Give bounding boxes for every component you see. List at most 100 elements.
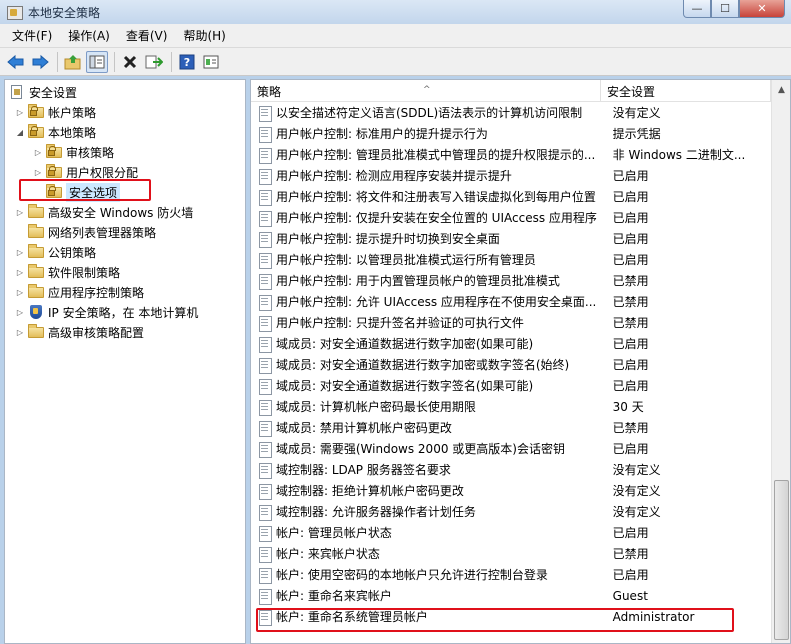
security-setting-value: 已启用: [612, 337, 649, 351]
local-security-policy-icon: [6, 4, 23, 20]
tree-item-application-control[interactable]: ▷ 应用程序控制策略: [15, 282, 144, 302]
security-setting-value: 已启用: [612, 442, 649, 456]
table-row[interactable]: 域控制器: LDAP 服务器签名要求 没有定义: [251, 459, 771, 480]
policy-list-pane: 策略 ^ 安全设置 以安全描述符定义语言(SDDL)语法表示的计算机访问限制 没有…: [250, 79, 791, 644]
delete-button[interactable]: [119, 51, 141, 73]
expand-arrow-icon[interactable]: ▷: [15, 327, 25, 337]
table-row[interactable]: 域成员: 需要强(Windows 2000 或更高版本)会话密钥 已启用: [251, 438, 771, 459]
policy-document-icon: [257, 567, 273, 584]
menu-help[interactable]: 帮助(H): [175, 24, 233, 48]
maximize-button[interactable]: ☐: [711, 0, 739, 18]
help-button[interactable]: ?: [176, 51, 198, 73]
tree-item-user-rights-assignment[interactable]: ▷ 用户权限分配: [33, 162, 138, 182]
minimize-button[interactable]: —: [683, 0, 711, 18]
properties-icon: [203, 55, 219, 68]
policy-name: 帐户: 重命名来宾帐户: [276, 589, 392, 603]
table-row[interactable]: 用户帐户控制: 将文件和注册表写入错误虚拟化到每用户位置 已启用: [251, 186, 771, 207]
tree-item-ip-security[interactable]: ▷ IP 安全策略，在 本地计算机: [15, 302, 198, 322]
policy-document-icon: [257, 189, 273, 206]
table-row[interactable]: 帐户: 使用空密码的本地帐户只允许进行控制台登录 已启用: [251, 564, 771, 585]
menu-action[interactable]: 操作(A): [60, 24, 118, 48]
tree-item-public-key-policies[interactable]: ▷ 公钥策略: [15, 242, 96, 262]
expand-arrow-icon[interactable]: ▷: [33, 147, 43, 157]
security-setting-value: 非 Windows 二进制文...: [612, 148, 746, 162]
table-row[interactable]: 用户帐户控制: 以管理员批准模式运行所有管理员 已启用: [251, 249, 771, 270]
table-row[interactable]: 用户帐户控制: 检测应用程序安装并提示提升 已启用: [251, 165, 771, 186]
policy-document-icon: [257, 399, 273, 416]
tree-item-windows-firewall[interactable]: ▷ 高级安全 Windows 防火墙: [15, 202, 193, 222]
tree-item-label: 公钥策略: [48, 245, 97, 260]
policy-name: 域成员: 需要强(Windows 2000 或更高版本)会话密钥: [276, 442, 565, 456]
forward-button[interactable]: [29, 51, 51, 73]
table-row[interactable]: 用户帐户控制: 允许 UIAccess 应用程序在不使用安全桌面... 已禁用: [251, 291, 771, 312]
table-row[interactable]: 用户帐户控制: 仅提升安装在安全位置的 UIAccess 应用程序 已启用: [251, 207, 771, 228]
table-row[interactable]: 用户帐户控制: 用于内置管理员帐户的管理员批准模式 已禁用: [251, 270, 771, 291]
tree-item-account-policies[interactable]: ▷ 帐户策略: [15, 102, 96, 122]
table-row[interactable]: 用户帐户控制: 标准用户的提升提示行为 提示凭据: [251, 123, 771, 144]
table-row[interactable]: 域控制器: 拒绝计算机帐户密码更改 没有定义: [251, 480, 771, 501]
expand-arrow-icon[interactable]: ▷: [15, 307, 25, 317]
security-setting-value: 没有定义: [612, 106, 661, 120]
table-row[interactable]: 域成员: 计算机帐户密码最长使用期限 30 天: [251, 396, 771, 417]
window-controls: — ☐ ✕: [683, 0, 785, 18]
tree-item-software-restriction[interactable]: ▷ 软件限制策略: [15, 262, 120, 282]
security-setting-value: 已启用: [612, 211, 649, 225]
window-title: 本地安全策略: [28, 5, 101, 20]
up-folder-icon: [64, 54, 81, 69]
svg-text:?: ?: [184, 56, 190, 69]
column-header-policy[interactable]: 策略 ^: [251, 80, 601, 102]
table-row[interactable]: 域控制器: 允许服务器操作者计划任务 没有定义: [251, 501, 771, 522]
policy-document-icon: [257, 315, 273, 332]
policy-document-icon: [257, 483, 273, 500]
folder-icon: [28, 224, 44, 240]
back-button[interactable]: [5, 51, 27, 73]
table-row[interactable]: 域成员: 对安全通道数据进行数字加密或数字签名(始终) 已启用: [251, 354, 771, 375]
up-folder-button[interactable]: [62, 51, 84, 73]
show-tree-button[interactable]: [86, 50, 108, 73]
tree-item-label: 用户权限分配: [66, 165, 139, 180]
policy-name: 域成员: 禁用计算机帐户密码更改: [276, 421, 452, 435]
policy-document-icon: [257, 126, 273, 143]
tree-item-security-options[interactable]: 安全选项: [46, 182, 121, 202]
close-button[interactable]: ✕: [739, 0, 785, 18]
expand-arrow-icon[interactable]: ▷: [15, 247, 25, 257]
security-setting-value: 已禁用: [612, 316, 649, 330]
collapse-arrow-icon[interactable]: ◢: [15, 127, 25, 137]
scroll-up-icon[interactable]: ▲: [773, 81, 790, 98]
policy-document-icon: [257, 294, 273, 311]
tree-item-advanced-audit[interactable]: ▷ 高级审核策略配置: [15, 322, 144, 342]
policy-document-icon: [257, 357, 273, 374]
properties-button[interactable]: [200, 51, 222, 73]
menu-file[interactable]: 文件(F): [4, 24, 60, 48]
table-row[interactable]: 域成员: 禁用计算机帐户密码更改 已禁用: [251, 417, 771, 438]
table-row[interactable]: 域成员: 对安全通道数据进行数字加密(如果可能) 已启用: [251, 333, 771, 354]
menu-view[interactable]: 查看(V): [118, 24, 176, 48]
table-row[interactable]: 以安全描述符定义语言(SDDL)语法表示的计算机访问限制 没有定义: [251, 102, 771, 123]
tree-item-audit-policy[interactable]: ▷ 审核策略: [33, 142, 114, 162]
tree-item-label: 安全设置: [29, 85, 78, 100]
table-row[interactable]: 帐户: 来宾帐户状态 已禁用: [251, 543, 771, 564]
tree-item-local-policies[interactable]: ◢ 本地策略: [15, 122, 96, 142]
table-row[interactable]: 用户帐户控制: 管理员批准模式中管理员的提升权限提示的... 非 Windows …: [251, 144, 771, 165]
column-header-setting[interactable]: 安全设置: [601, 80, 771, 102]
policy-document-icon: [257, 546, 273, 563]
vertical-scrollbar[interactable]: ▲: [771, 80, 790, 643]
expand-arrow-icon[interactable]: ▷: [15, 107, 25, 117]
scroll-thumb[interactable]: [774, 480, 789, 640]
table-row[interactable]: 用户帐户控制: 提示提升时切换到安全桌面 已启用: [251, 228, 771, 249]
table-row[interactable]: 帐户: 重命名系统管理员帐户 Administrator: [251, 606, 771, 627]
expand-arrow-icon[interactable]: ▷: [15, 207, 25, 217]
table-row[interactable]: 用户帐户控制: 只提升签名并验证的可执行文件 已禁用: [251, 312, 771, 333]
expand-arrow-icon[interactable]: ▷: [15, 287, 25, 297]
policy-document-icon: [257, 441, 273, 458]
tree-item-network-list-manager[interactable]: 网络列表管理器策略: [28, 222, 156, 242]
expand-arrow-icon[interactable]: ▷: [33, 167, 43, 177]
security-setting-value: 已启用: [612, 358, 649, 372]
expand-arrow-icon[interactable]: ▷: [15, 267, 25, 277]
table-row[interactable]: 域成员: 对安全通道数据进行数字签名(如果可能) 已启用: [251, 375, 771, 396]
policy-document-icon: [257, 588, 273, 605]
tree-item-security-settings[interactable]: 安全设置: [9, 82, 77, 102]
table-row[interactable]: 帐户: 管理员帐户状态 已启用: [251, 522, 771, 543]
export-button[interactable]: [143, 51, 165, 73]
table-row[interactable]: 帐户: 重命名来宾帐户 Guest: [251, 585, 771, 606]
